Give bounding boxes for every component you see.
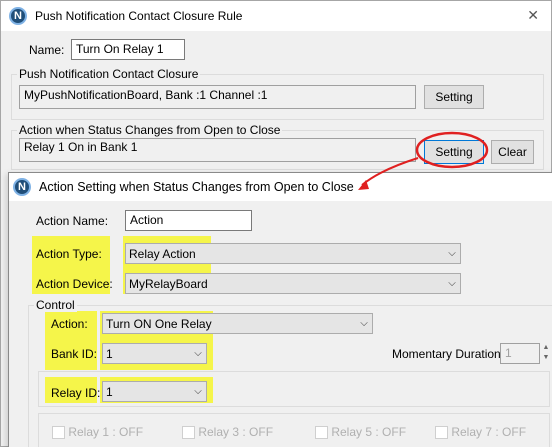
annotation-overlay <box>358 131 489 190</box>
annotation-arrow <box>361 157 419 186</box>
annotation-circle <box>415 131 489 169</box>
